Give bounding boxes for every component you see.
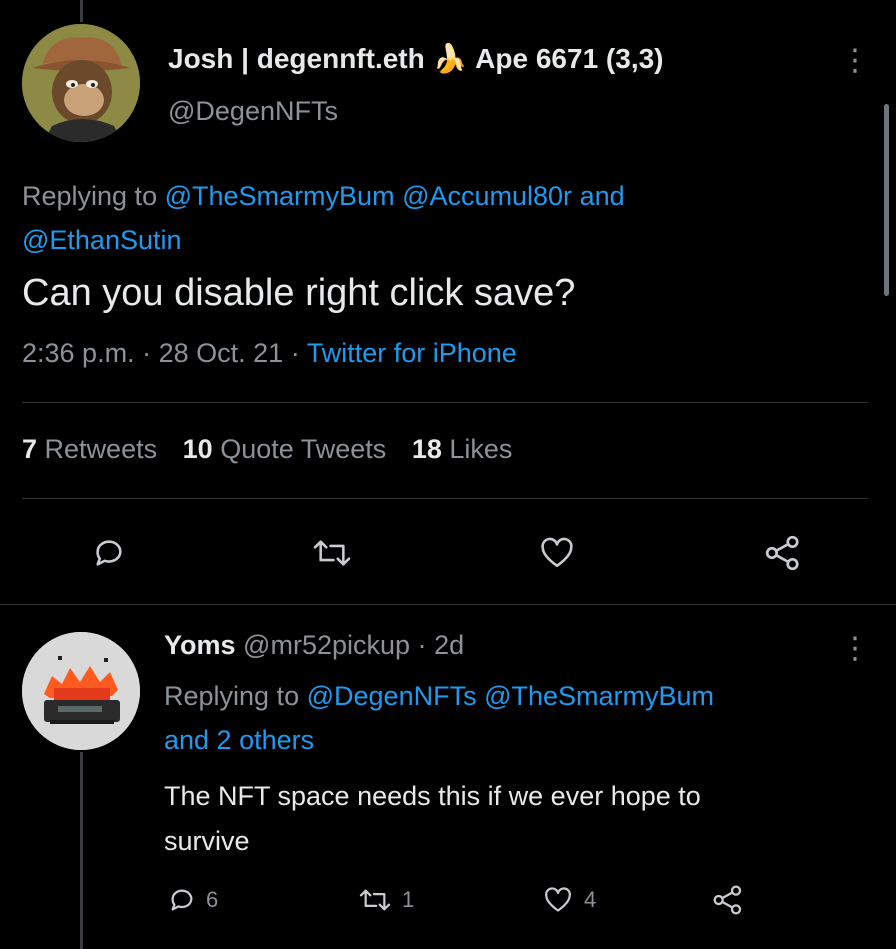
- reply-avatar[interactable]: [22, 632, 140, 750]
- replying-to-label: Replying to: [164, 681, 300, 711]
- reply-replying-to: Replying to @DegenNFTs @TheSmarmyBum and…: [164, 674, 884, 762]
- retweets-label: Retweets: [44, 434, 158, 464]
- reply-text-line-1: The NFT space needs this if we ever hope…: [164, 781, 701, 811]
- reply-age[interactable]: 2d: [434, 630, 464, 660]
- main-tweet-header: Josh | degennft.eth 🍌 Ape 6671 (3,3): [168, 42, 664, 75]
- retweets-stat[interactable]: 7 Retweets: [22, 434, 157, 464]
- share-button[interactable]: [764, 534, 802, 572]
- main-tweet-name-suffix[interactable]: Ape 6671 (3,3): [475, 43, 663, 74]
- reply-reply-count: 6: [206, 887, 219, 912]
- share-icon: [765, 535, 799, 571]
- main-tweet-replying-to: Replying to @TheSmarmyBum @Accumul80r an…: [22, 174, 862, 262]
- reply-header: Yoms @mr52pickup · 2d: [164, 630, 464, 661]
- quotes-label: Quote Tweets: [220, 434, 387, 464]
- meta-separator: ·: [142, 338, 152, 368]
- tweet-separator: [0, 604, 896, 605]
- reply-like-button[interactable]: 4: [542, 886, 596, 914]
- main-tweet-handle[interactable]: @DegenNFTs: [168, 96, 338, 127]
- reply-text: The NFT space needs this if we ever hope…: [164, 774, 701, 864]
- reply-mention-smarmybum[interactable]: @TheSmarmyBum: [484, 681, 714, 711]
- meta-separator: ·: [290, 338, 300, 368]
- quotes-count: 10: [182, 434, 213, 464]
- heart-icon: [545, 887, 571, 912]
- divider: [22, 498, 868, 499]
- thread-line-top: [80, 0, 83, 22]
- reply-reply-button[interactable]: 6: [168, 886, 218, 914]
- reply-icon: [171, 889, 193, 911]
- scrollbar[interactable]: [884, 104, 889, 296]
- banana-emoji-icon: 🍌: [432, 43, 468, 74]
- main-tweet-more-icon[interactable]: ⋮: [840, 46, 870, 76]
- engagement-stats: 7 Retweets 10 Quote Tweets 18 Likes: [22, 434, 512, 465]
- quote-tweets-stat[interactable]: 10 Quote Tweets: [183, 434, 387, 464]
- reply-icon: [96, 540, 122, 566]
- reply-button[interactable]: [92, 536, 126, 570]
- likes-label: Likes: [449, 434, 513, 464]
- thread-line-bottom: [80, 752, 83, 949]
- reply-more-icon[interactable]: ⋮: [840, 634, 870, 664]
- main-tweet-meta: 2:36 p.m. · 28 Oct. 21 · Twitter for iPh…: [22, 338, 517, 369]
- main-tweet-avatar[interactable]: [22, 24, 140, 142]
- main-tweet-date[interactable]: 28 Oct. 21: [159, 338, 284, 368]
- reply-mention-3[interactable]: @EthanSutin: [22, 225, 182, 255]
- reply-handle[interactable]: @mr52pickup: [243, 630, 410, 660]
- main-tweet-time[interactable]: 2:36 p.m.: [22, 338, 135, 368]
- main-tweet-display-name[interactable]: Josh | degennft.eth: [168, 43, 425, 74]
- replying-to-label: Replying to: [22, 181, 158, 211]
- retweet-icon: [359, 889, 391, 911]
- reply-mention-1[interactable]: @TheSmarmyBum: [165, 181, 395, 211]
- divider: [22, 402, 868, 403]
- reply-retweet-count: 1: [402, 887, 415, 912]
- pixel-avatar-image: [22, 632, 140, 750]
- reply-retweet-button[interactable]: 1: [358, 886, 414, 914]
- reply-and-label[interactable]: and: [580, 181, 625, 211]
- retweet-button[interactable]: [312, 536, 352, 570]
- reply-share-button[interactable]: [712, 884, 744, 921]
- ape-avatar-image: [22, 24, 140, 142]
- like-button[interactable]: [538, 536, 576, 570]
- reply-mention-2[interactable]: @Accumul80r: [402, 181, 572, 211]
- heart-icon: [541, 537, 573, 568]
- reply-text-line-2: survive: [164, 826, 250, 856]
- share-icon: [713, 885, 742, 915]
- reply-others-link[interactable]: and 2 others: [164, 725, 314, 755]
- likes-stat[interactable]: 18 Likes: [412, 434, 513, 464]
- likes-count: 18: [411, 434, 442, 464]
- reply-display-name[interactable]: Yoms: [164, 630, 236, 660]
- main-tweet-text: Can you disable right click save?: [22, 272, 576, 314]
- retweet-icon: [313, 540, 351, 566]
- retweets-count: 7: [22, 434, 38, 464]
- main-tweet-source[interactable]: Twitter for iPhone: [307, 338, 517, 368]
- reply-like-count: 4: [584, 887, 597, 912]
- reply-mention-degennfts[interactable]: @DegenNFTs: [307, 681, 477, 711]
- reply-separator: ·: [417, 630, 427, 660]
